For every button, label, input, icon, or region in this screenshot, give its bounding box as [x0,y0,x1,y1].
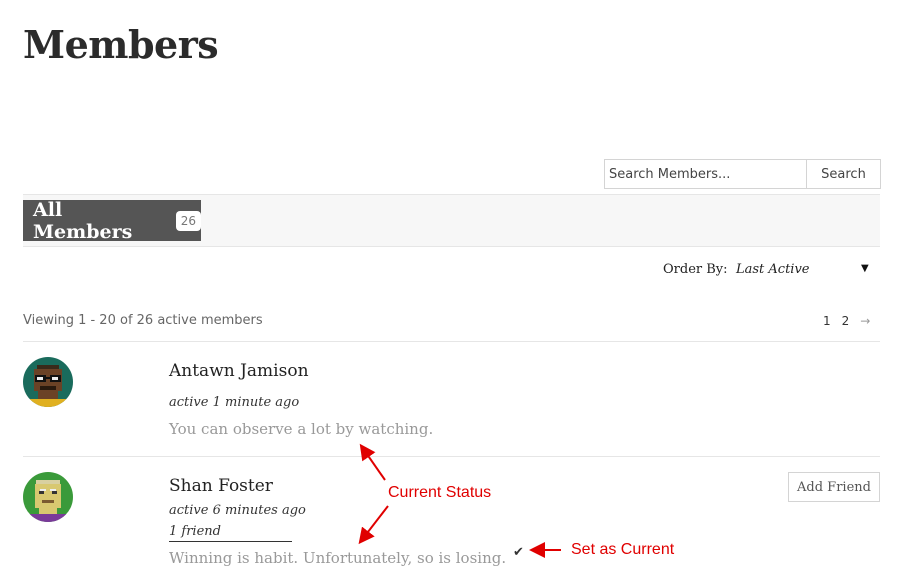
arrow-to-status-2 [358,505,389,545]
annotation-set-as-current: Set as Current [571,541,675,558]
annotation-current-status: Current Status [388,484,492,501]
arrow-to-status-1 [359,443,386,481]
